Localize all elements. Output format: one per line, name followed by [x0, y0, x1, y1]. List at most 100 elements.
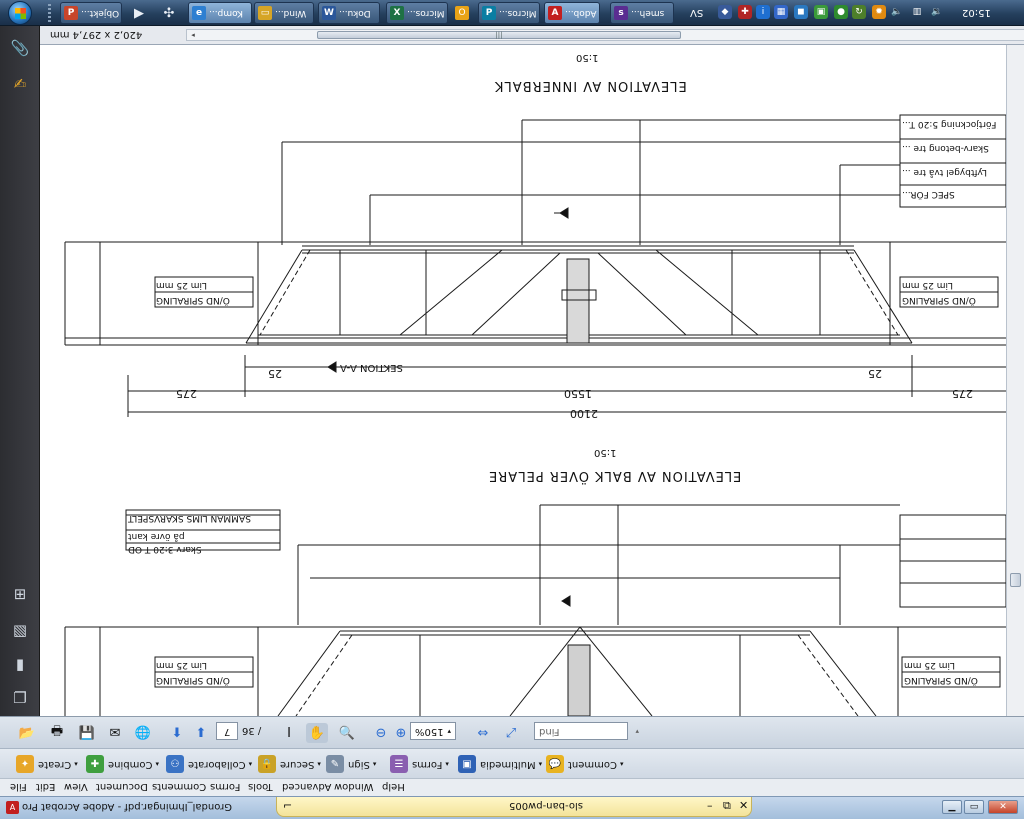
save-icon[interactable]: 💾	[76, 723, 98, 743]
page-number-input[interactable]: 7	[216, 722, 238, 740]
tray-orange-icon[interactable]: ✹	[872, 5, 886, 19]
acrobat-icon: A	[548, 6, 562, 20]
scroll-left-arrow-icon[interactable]: ◂	[188, 30, 198, 40]
hand-tool-icon[interactable]: ✋	[306, 723, 328, 743]
chevron-down-icon: ▾	[620, 760, 624, 768]
menu-view[interactable]: View	[64, 781, 88, 792]
collaborate-button[interactable]: ⚇ Collaborate ▾	[166, 753, 252, 775]
left-note-line-1: Lim 25 mm	[156, 280, 207, 290]
menu-window[interactable]: Window	[334, 781, 373, 792]
zoom-tool-icon[interactable]: 🔍	[336, 723, 358, 743]
close-icon: ✕	[999, 802, 1007, 812]
outlook-icon[interactable]: O	[453, 4, 471, 22]
notes-block-line-2: Skarv-betong tre ...	[902, 143, 989, 153]
document-restore-icon[interactable]: ⌐	[283, 799, 292, 812]
fit-page-icon[interactable]: ⤢	[500, 723, 522, 743]
open-folder-icon[interactable]: 📂	[16, 723, 38, 743]
pages-icon[interactable]: ❐	[8, 686, 32, 710]
email-icon[interactable]: ✉	[104, 723, 126, 743]
taskbar-grip[interactable]	[48, 4, 51, 22]
network-icon[interactable]: ✣	[160, 4, 178, 22]
secure-button[interactable]: 🔒 Secure ▾	[258, 753, 321, 775]
horizontal-scroll-thumb[interactable]: |||	[317, 31, 681, 39]
tray-green-icon[interactable]: ●	[834, 5, 848, 19]
fit-width-icon[interactable]: ⇔	[472, 723, 494, 743]
document-close-icon[interactable]: ✕	[739, 799, 748, 812]
taskbar-button-acrobat[interactable]: A Adob...	[544, 2, 600, 24]
document-minimize-icon[interactable]: –	[707, 799, 713, 812]
network-status-icon[interactable]: ▥	[910, 5, 924, 19]
vertical-scroll-thumb[interactable]	[1010, 573, 1021, 587]
select-text-icon[interactable]: I	[278, 723, 300, 743]
create-icon: ✦	[16, 755, 34, 773]
zoom-level-input[interactable]: 150% ▴	[410, 722, 456, 740]
clock[interactable]: 15:02	[962, 7, 991, 18]
next-page-icon[interactable]: ⬇	[166, 723, 188, 743]
multimedia-button[interactable]: ▣ Multimedia ▾	[458, 753, 542, 775]
page-size-label: 420,2 x 297,4 mm	[50, 29, 143, 40]
language-indicator[interactable]: SV	[690, 7, 703, 18]
document-tab[interactable]: ⌐ slo-ban-pw005 – ⧉ ✕	[276, 797, 752, 817]
comment-button[interactable]: 💬 Comment ▾	[546, 753, 624, 775]
menu-advanced[interactable]: Advanced	[282, 781, 331, 792]
bottom-left-note-line-1: Lim 25 mm	[156, 660, 207, 670]
tray-sync-icon[interactable]: ↻	[852, 5, 866, 19]
previous-page-icon[interactable]: ⬆	[190, 723, 212, 743]
taskbar-button-smeh[interactable]: s smeh...	[610, 2, 674, 24]
tray-security-icon[interactable]: ✚	[738, 5, 752, 19]
web-icon[interactable]: 🌐	[132, 723, 154, 743]
top-left-small-dimension: 25	[268, 367, 282, 380]
close-button[interactable]: ✕	[988, 800, 1018, 814]
menu-forms[interactable]: Forms	[210, 781, 240, 792]
excel-icon: X	[390, 6, 404, 20]
tray-app-icon[interactable]: ◆	[718, 5, 732, 19]
attachments-icon[interactable]: 📎	[8, 36, 32, 60]
volume-icon[interactable]: 🔉	[930, 5, 944, 19]
start-button[interactable]	[3, 0, 37, 26]
notes-block-line-3: Lyftbygel två tre ...	[902, 167, 987, 177]
document-view[interactable]: ELEVATION AV INNERBALK 1:50 2100 1550 27…	[40, 45, 1006, 716]
combine-button[interactable]: ✚ Combine ▾	[86, 753, 159, 775]
print-icon[interactable]: 🖶	[46, 723, 68, 743]
window-title-bar[interactable]: A Grondal_Ihmingar.pdf - Adobe Acrobat P…	[0, 796, 1024, 819]
taskbar-button-objekt[interactable]: P Objekt...	[60, 2, 122, 24]
windows-logo-icon	[14, 7, 26, 19]
document-maximize-icon[interactable]: ⧉	[723, 799, 731, 813]
menu-edit[interactable]: Edit	[36, 781, 55, 792]
taskbar-button-publisher[interactable]: P Micros...	[478, 2, 540, 24]
maximize-button[interactable]: ▭	[964, 800, 984, 814]
vertical-scrollbar[interactable]	[1006, 45, 1024, 716]
tray-monitor-icon[interactable]: ▣	[814, 5, 828, 19]
find-input[interactable]: Find ▴	[534, 722, 639, 740]
multimedia-icon: ▣	[458, 755, 476, 773]
bookmarks-icon[interactable]: ▮	[8, 652, 32, 676]
minimize-button[interactable]: ▁	[942, 800, 962, 814]
menu-file[interactable]: File	[10, 781, 27, 792]
sign-hand-icon[interactable]: ✍	[8, 72, 32, 96]
tray-grid-icon[interactable]: ▦	[774, 5, 788, 19]
taskbar-button-komp[interactable]: e Komp...	[188, 2, 252, 24]
model-tree-icon[interactable]: ⊞	[8, 582, 32, 606]
speaker-icon[interactable]: 🔈	[890, 5, 904, 19]
forms-icon: ☰	[390, 755, 408, 773]
chevron-down-icon: ▾	[317, 760, 321, 768]
taskbar-button-doku[interactable]: W Doku...	[318, 2, 380, 24]
media-player-icon[interactable]: ▶	[130, 4, 148, 22]
forms-button[interactable]: ☰ Forms ▾	[390, 753, 449, 775]
zoom-out-icon[interactable]: ⊖	[370, 723, 392, 743]
zoom-in-icon[interactable]: ⊕	[390, 723, 412, 743]
menu-document[interactable]: Document	[96, 781, 148, 792]
taskbar-button-excel[interactable]: X Micros...	[386, 2, 448, 24]
tray-windows-icon[interactable]: ◼	[794, 5, 808, 19]
menu-comments[interactable]: Comments	[152, 781, 206, 792]
publisher-icon: P	[482, 6, 496, 20]
menu-tools[interactable]: Tools	[248, 781, 273, 792]
taskbar-button-wind[interactable]: ▭ Wind...	[254, 2, 314, 24]
info-icon[interactable]: i	[756, 5, 770, 19]
layers-icon[interactable]: ▧	[8, 618, 32, 642]
chevron-down-icon: ▾	[155, 760, 159, 768]
sign-button[interactable]: ✎ Sign ▾	[326, 753, 376, 775]
horizontal-scrollbar[interactable]: ◂ ||| ▸	[186, 29, 1024, 41]
menu-help[interactable]: Help	[382, 781, 405, 792]
create-button[interactable]: ✦ Create ▾	[16, 753, 78, 775]
